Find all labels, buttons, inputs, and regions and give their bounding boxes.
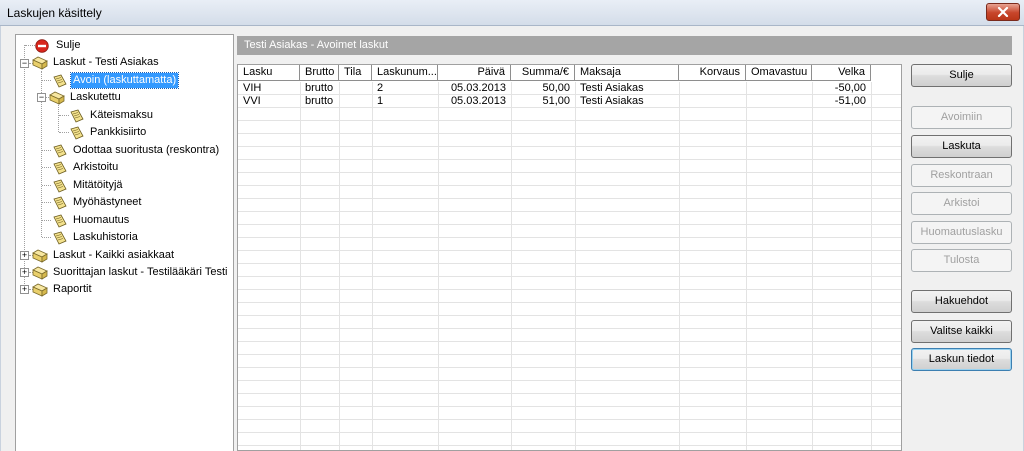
invoice-folder-icon [32, 283, 48, 297]
huomautuslasku-button[interactable]: Huomautuslasku [911, 221, 1012, 244]
tree-item-laskuhistoria[interactable]: Laskuhistoria [52, 229, 140, 246]
tree-item-kateismaksu[interactable]: Käteismaksu [69, 107, 155, 124]
invoice-icon [53, 144, 67, 158]
tree-item-laskut-testi-asiakas[interactable]: Laskut - Testi Asiakas [32, 54, 161, 71]
valitse-kaikki-button[interactable]: Valitse kaikki [911, 320, 1012, 343]
tree-item-laskutettu[interactable]: Laskutettu [49, 89, 123, 106]
invoice-icon [53, 214, 67, 228]
tree-item-odottaa-suoritusta[interactable]: Odottaa suoritusta (reskontra) [52, 142, 221, 159]
tree-item-huomautus[interactable]: Huomautus [52, 212, 131, 229]
arkistoi-button[interactable]: Arkistoi [911, 192, 1012, 215]
stop-icon [35, 38, 49, 53]
window-close-button[interactable] [986, 3, 1020, 21]
tree-item-mitatoityja[interactable]: Mitätöityjä [52, 177, 125, 194]
title-bar: Laskujen käsittely [0, 0, 1024, 26]
invoice-icon [53, 74, 67, 88]
tree-item-avoin[interactable]: Avoin (laskuttamatta) [52, 72, 180, 89]
tree-item-raportit[interactable]: Raportit [32, 281, 94, 298]
column-header-korvaus[interactable]: Korvaus [679, 65, 746, 81]
table-header: Lasku Brutto Tila Laskunum... Päivä Summ… [238, 65, 871, 81]
close-icon [997, 7, 1009, 17]
tree-item-suorittajan-laskut[interactable]: Suorittajan laskut - Testilääkäri Testi [32, 264, 229, 281]
table-gridlines [238, 82, 901, 450]
column-header-summa[interactable]: Summa/€ [511, 65, 575, 81]
invoice-icon [53, 161, 67, 175]
hakuehdot-button[interactable]: Hakuehdot [911, 290, 1012, 313]
tulosta-button[interactable]: Tulosta [911, 249, 1012, 272]
column-header-paiva[interactable]: Päivä [438, 65, 511, 81]
invoice-folder-icon [32, 56, 48, 70]
tree-expander-laskutettu[interactable]: − [37, 93, 46, 102]
tree-expander-suorittajan-laskut[interactable]: + [20, 268, 29, 277]
invoice-folder-icon [49, 91, 65, 105]
tree-expander-raportit[interactable]: + [20, 285, 29, 294]
window-title: Laskujen käsittely [7, 6, 102, 20]
invoice-icon [53, 231, 67, 245]
laskuta-button[interactable]: Laskuta [911, 135, 1012, 158]
table-row[interactable]: VVI brutto 1 05.03.2013 51,00 Testi Asia… [238, 95, 871, 108]
invoice-table[interactable]: Lasku Brutto Tila Laskunum... Päivä Summ… [237, 64, 902, 451]
panel-header: Testi Asiakas - Avoimet laskut [237, 36, 1012, 55]
tree-item-sulje[interactable]: Sulje [35, 37, 82, 54]
tree-item-laskut-kaikki-asiakkaat[interactable]: Laskut - Kaikki asiakkaat [32, 247, 176, 264]
invoice-icon [70, 109, 84, 123]
column-header-tila[interactable]: Tila [339, 65, 372, 81]
column-header-brutto[interactable]: Brutto [300, 65, 339, 81]
tree-item-pankkisiirto[interactable]: Pankkisiirto [69, 124, 148, 141]
sulje-button[interactable]: Sulje [911, 64, 1012, 87]
reskontraan-button[interactable]: Reskontraan [911, 164, 1012, 187]
column-header-lasku[interactable]: Lasku [238, 65, 300, 81]
tree-expander-kaikki-asiakkaat[interactable]: + [20, 251, 29, 260]
invoice-icon [70, 126, 84, 140]
navigation-tree: − − + + + Sulje Laskut - Testi Asiakas A… [15, 34, 234, 451]
invoice-icon [53, 196, 67, 210]
tree-item-arkistoitu[interactable]: Arkistoitu [52, 159, 120, 176]
invoice-folder-icon [32, 249, 48, 263]
column-header-maksaja[interactable]: Maksaja [575, 65, 679, 81]
avoimiin-button[interactable]: Avoimiin [911, 106, 1012, 129]
tree-item-myohastyneet[interactable]: Myöhästyneet [52, 194, 143, 211]
column-header-laskunumero[interactable]: Laskunum... [372, 65, 438, 81]
table-row[interactable]: VIH brutto 2 05.03.2013 50,00 Testi Asia… [238, 82, 871, 95]
invoice-folder-icon [32, 266, 48, 280]
column-header-omavastuu[interactable]: Omavastuu [746, 65, 812, 81]
tree-expander-laskut-testi[interactable]: − [20, 59, 29, 68]
laskun-tiedot-button[interactable]: Laskun tiedot [911, 348, 1012, 371]
window-client-area: − − + + + Sulje Laskut - Testi Asiakas A… [0, 26, 1024, 451]
invoice-icon [53, 179, 67, 193]
column-header-velka[interactable]: Velka [812, 65, 871, 81]
